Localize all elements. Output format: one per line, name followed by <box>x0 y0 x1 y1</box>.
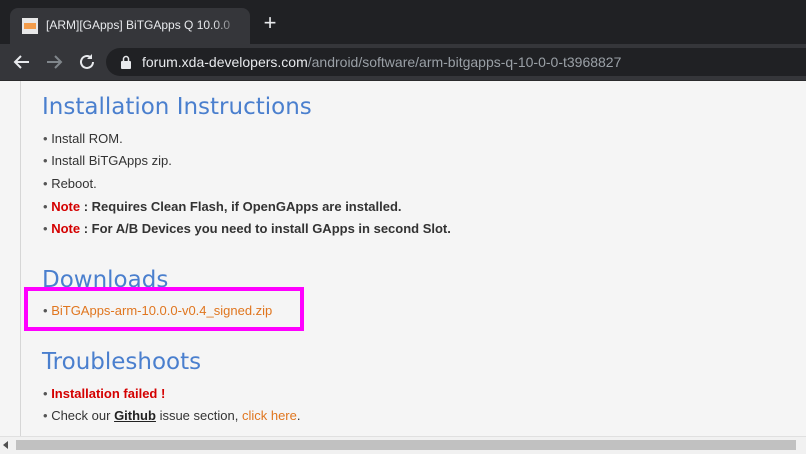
browser-toolbar: forum.xda-developers.com/android/softwar… <box>0 44 806 81</box>
lock-icon[interactable] <box>120 55 132 69</box>
github-link[interactable]: Github <box>114 408 156 423</box>
tab-title: [ARM][GApps] BiTGApps Q 10.0.0 <box>46 18 242 32</box>
click-here-link[interactable]: click here <box>242 408 297 423</box>
error-item: • Installation failed ! <box>43 386 166 401</box>
error-text: Installation failed ! <box>51 386 166 401</box>
tab-strip: [ARM][GApps] BiTGApps Q 10.0.0 + <box>0 0 806 44</box>
note-text: : Requires Clean Flash, if OpenGApps are… <box>80 199 402 214</box>
list-item: • Install ROM. <box>43 131 123 146</box>
note-item: • Note : Requires Clean Flash, if OpenGA… <box>43 199 402 214</box>
page-content: Installation Instructions • Install ROM.… <box>0 81 806 436</box>
url-host: forum.xda-developers.com <box>142 54 308 70</box>
browser-tab[interactable]: [ARM][GApps] BiTGApps Q 10.0.0 <box>10 8 250 44</box>
url-path: /android/software/arm-bitgapps-q-10-0-0-… <box>307 54 622 70</box>
scroll-left-icon[interactable] <box>3 441 8 449</box>
note-item: • Note : For A/B Devices you need to ins… <box>43 221 451 236</box>
scrollbar-thumb[interactable] <box>16 440 796 450</box>
list-item: • Install BiTGApps zip. <box>43 153 172 168</box>
back-arrow-icon[interactable] <box>10 50 34 74</box>
forward-arrow-icon[interactable] <box>42 50 66 74</box>
reload-icon[interactable] <box>75 50 99 74</box>
new-tab-button[interactable]: + <box>258 12 282 36</box>
troubleshoots-heading: Troubleshoots <box>42 349 202 375</box>
content-divider <box>20 81 21 436</box>
issue-item: • Check our Github issue section, click … <box>43 408 301 423</box>
note-label: Note <box>51 199 81 214</box>
address-bar[interactable]: forum.xda-developers.com/android/softwar… <box>106 48 806 76</box>
note-label: Note <box>51 221 81 236</box>
highlight-box <box>24 287 304 331</box>
xda-favicon-icon <box>22 18 38 34</box>
url-text: forum.xda-developers.com/android/softwar… <box>142 54 621 70</box>
note-text: : For A/B Devices you need to install GA… <box>80 221 451 236</box>
installation-heading: Installation Instructions <box>42 94 312 120</box>
list-item: • Reboot. <box>43 176 97 191</box>
horizontal-scrollbar[interactable] <box>0 436 806 454</box>
